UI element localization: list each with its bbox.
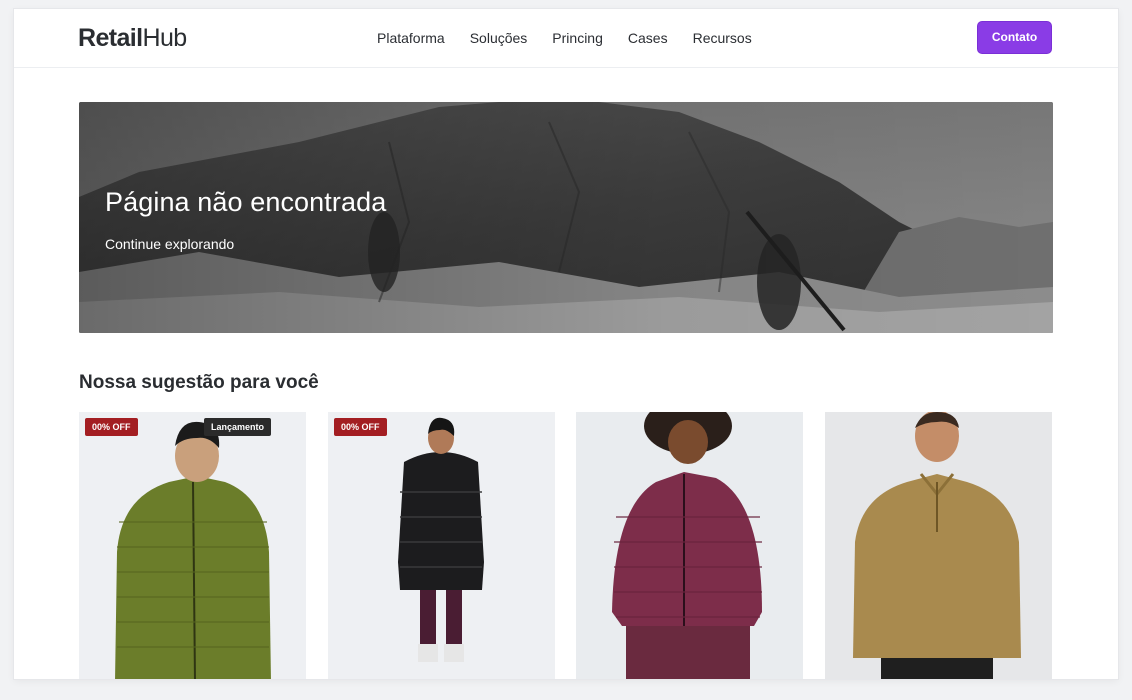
product-card[interactable]: [825, 412, 1052, 679]
product-image-fleece-pullover: [825, 412, 1052, 679]
discount-badge: 00% OFF: [85, 418, 138, 436]
nav-princing[interactable]: Princing: [552, 29, 603, 47]
logo-part-retail: Retail: [78, 24, 143, 52]
suggestions-heading: Nossa sugestão para você: [79, 372, 319, 393]
browser-window: RetailHub Plataforma Soluções Princing C…: [14, 9, 1118, 679]
nav-plataforma[interactable]: Plataforma: [377, 29, 445, 47]
page-title: Página não encontrada: [105, 187, 387, 217]
main-nav: Plataforma Soluções Princing Cases Recur…: [377, 29, 752, 47]
hero-banner: Página não encontrada Continue explorand…: [79, 102, 1053, 333]
discount-badge: 00% OFF: [334, 418, 387, 436]
product-card[interactable]: 00% OFF Lançamento: [79, 412, 306, 679]
nav-cases[interactable]: Cases: [628, 29, 668, 47]
nav-solucoes[interactable]: Soluções: [470, 29, 528, 47]
retailhub-logo[interactable]: RetailHub: [78, 24, 187, 52]
nav-recursos[interactable]: Recursos: [693, 29, 752, 47]
continue-exploring-link[interactable]: Continue explorando: [105, 235, 234, 253]
launch-badge: Lançamento: [203, 418, 271, 436]
contact-button[interactable]: Contato: [977, 21, 1052, 54]
product-image-black-parka: [328, 412, 555, 679]
site-header: RetailHub Plataforma Soluções Princing C…: [14, 9, 1118, 68]
product-card[interactable]: 00% OFF: [328, 412, 555, 679]
product-image-burgundy-jacket: [576, 412, 803, 679]
product-card[interactable]: [576, 412, 803, 679]
product-image-green-jacket: [79, 412, 306, 679]
logo-part-hub: Hub: [142, 24, 187, 52]
